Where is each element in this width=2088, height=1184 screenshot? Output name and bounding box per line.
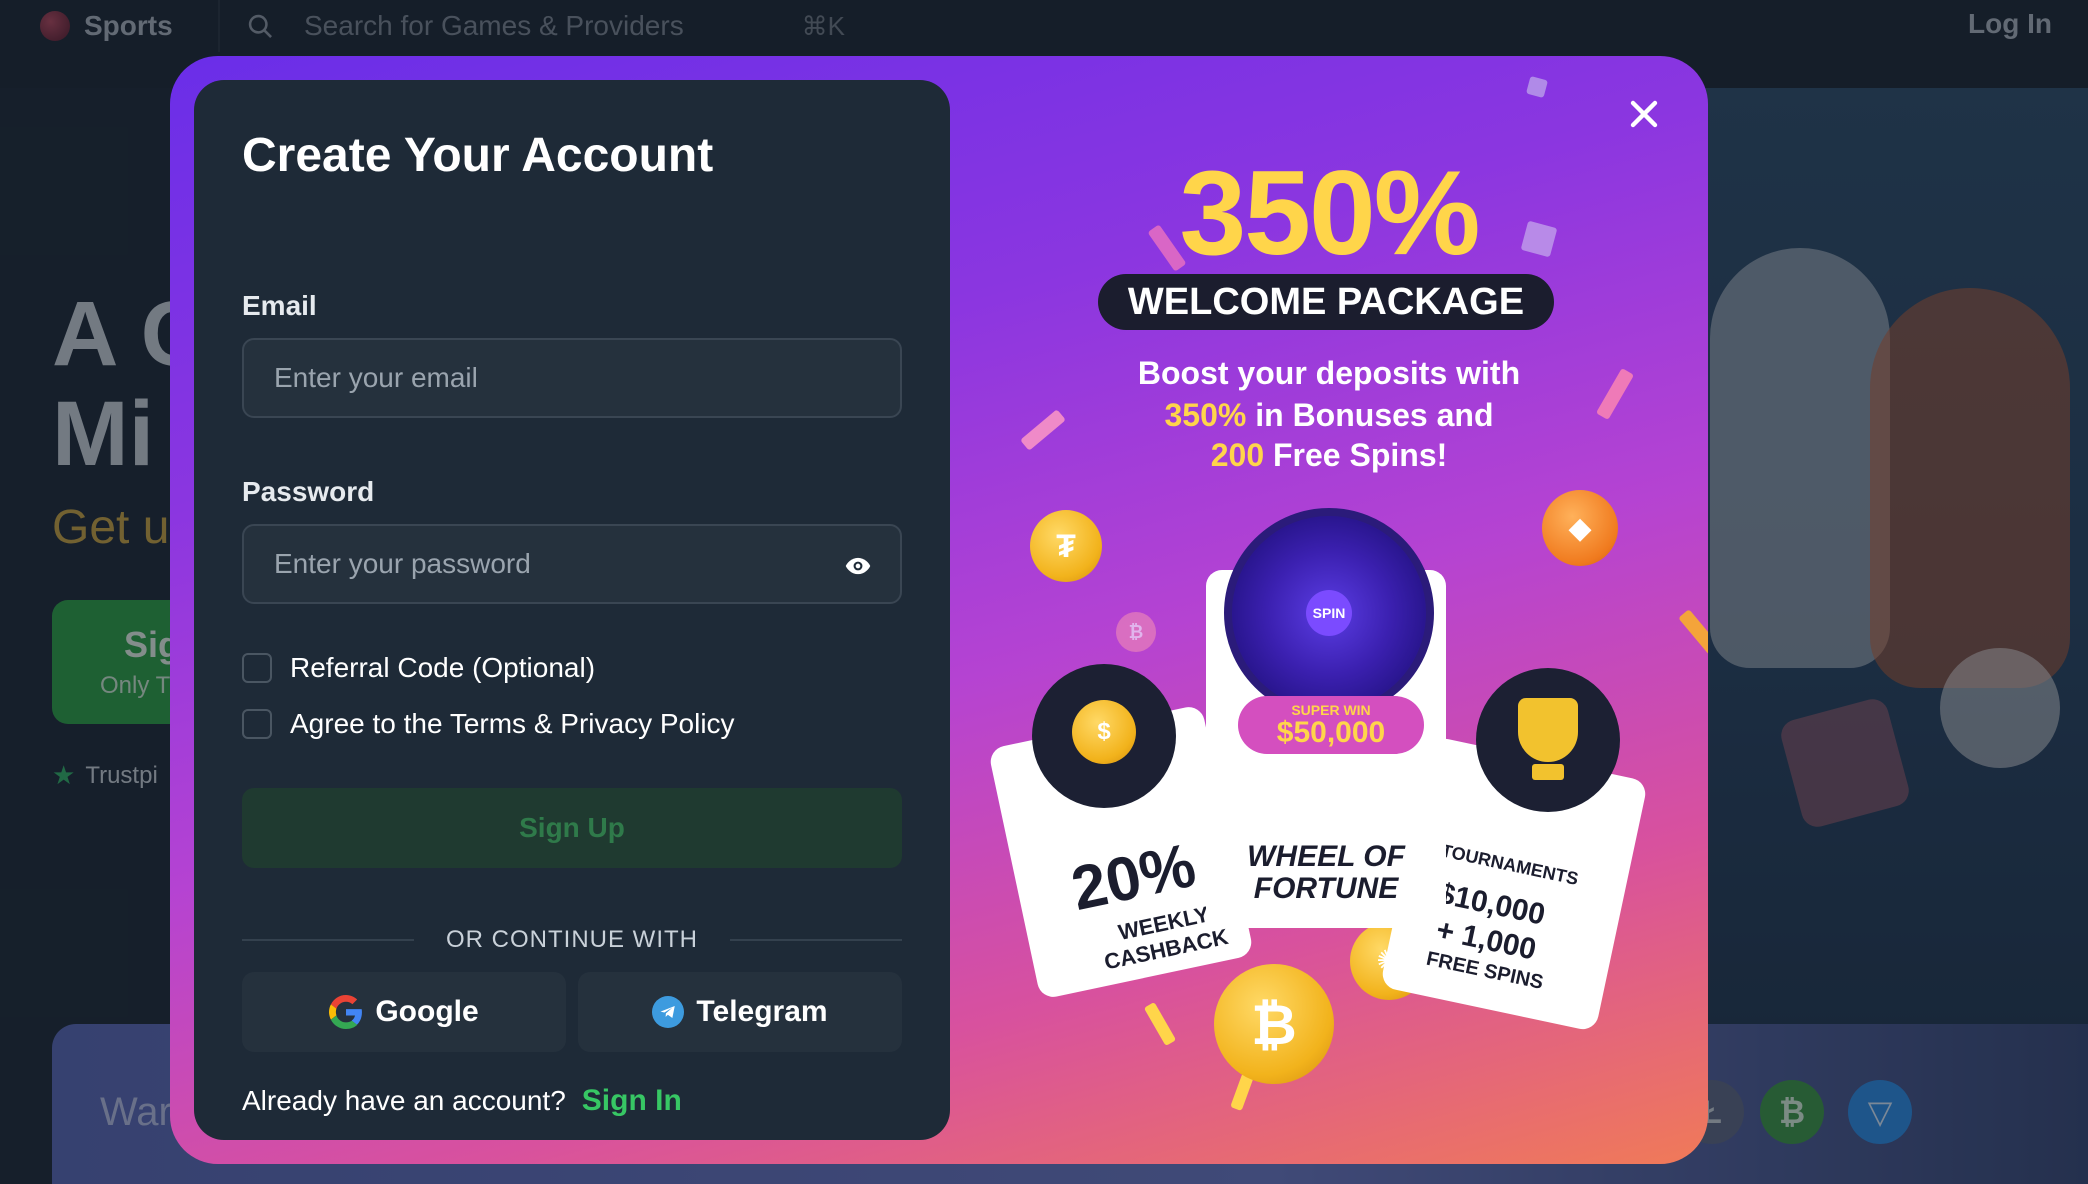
cashback-coin-icon: $ bbox=[1032, 664, 1176, 808]
terms-checkbox-row[interactable]: Agree to the Terms & Privacy Policy bbox=[242, 708, 735, 740]
email-field-wrapper bbox=[242, 338, 902, 418]
signin-prompt: Already have an account? Sign In bbox=[242, 1084, 682, 1118]
referral-label: Referral Code (Optional) bbox=[290, 652, 596, 683]
promo-desc-highlight-spins: 200 bbox=[1210, 437, 1265, 473]
email-field[interactable] bbox=[274, 362, 834, 394]
google-label: Google bbox=[375, 995, 479, 1028]
trophy-cup-icon bbox=[1518, 698, 1578, 762]
cashback-gold-coin-icon: $ bbox=[1072, 700, 1136, 764]
close-icon[interactable] bbox=[1622, 92, 1666, 136]
telegram-button[interactable]: Telegram bbox=[578, 972, 902, 1052]
trophy-icon bbox=[1476, 668, 1620, 812]
orange-token-icon: ◆ bbox=[1542, 490, 1618, 566]
bitcoin-coin-icon: ₿ bbox=[1116, 612, 1156, 652]
tether-coin-icon: ₮ bbox=[1030, 510, 1102, 582]
password-label: Password bbox=[242, 476, 375, 507]
telegram-label: Telegram bbox=[696, 995, 828, 1028]
modal-title: Create Your Account bbox=[242, 129, 714, 182]
promo-desc-line2: 350% in Bonuses and bbox=[950, 394, 1708, 436]
terms-label: Agree to the Terms & Privacy Policy bbox=[290, 708, 735, 739]
wheel-title-line2: FORTUNE bbox=[1253, 872, 1399, 905]
welcome-package-badge: WELCOME PACKAGE bbox=[1098, 274, 1554, 330]
terms-checkbox[interactable] bbox=[242, 709, 272, 739]
promo-desc-highlight-percent: 350% bbox=[1164, 397, 1247, 433]
show-password-icon[interactable] bbox=[844, 552, 872, 580]
signup-modal: Create Your Account Email Password Refer… bbox=[170, 56, 1708, 1164]
divider-line-right bbox=[730, 939, 903, 941]
trophy-base-icon bbox=[1532, 764, 1564, 780]
super-win-amount: $50,000 bbox=[1276, 716, 1386, 749]
referral-checkbox-row[interactable]: Referral Code (Optional) bbox=[242, 652, 595, 684]
signin-link[interactable]: Sign In bbox=[582, 1084, 682, 1118]
confetti-decoration bbox=[1525, 75, 1549, 99]
telegram-icon bbox=[652, 996, 685, 1028]
wheel-title-line1: WHEEL OF bbox=[1247, 840, 1405, 873]
divider-text: OR CONTINUE WITH bbox=[446, 926, 698, 953]
confetti-decoration bbox=[1143, 1001, 1177, 1047]
password-field[interactable] bbox=[274, 548, 834, 580]
confetti-decoration bbox=[1678, 609, 1708, 655]
promo-desc-line3: 200 Free Spins! bbox=[950, 434, 1708, 476]
signup-button[interactable]: Sign Up bbox=[242, 788, 902, 868]
google-button[interactable]: Google bbox=[242, 972, 566, 1052]
email-label: Email bbox=[242, 290, 317, 321]
signup-form-card: Create Your Account Email Password Refer… bbox=[194, 80, 950, 1140]
password-field-wrapper bbox=[242, 524, 902, 604]
promo-desc-line1: Boost your deposits with bbox=[1137, 355, 1521, 391]
referral-checkbox[interactable] bbox=[242, 653, 272, 683]
promo-percent: 350% bbox=[1179, 146, 1481, 280]
social-divider: OR CONTINUE WITH bbox=[242, 920, 903, 960]
promo-desc-line2-text: in Bonuses and bbox=[1246, 397, 1494, 433]
super-win-badge: SUPER WIN $50,000 bbox=[1238, 696, 1424, 754]
google-icon bbox=[329, 995, 363, 1029]
spin-wheel-image: SPIN bbox=[1224, 508, 1434, 718]
wheel-spin-label: SPIN bbox=[1306, 590, 1352, 636]
bitcoin-coin-large-icon: ₿ bbox=[1214, 964, 1334, 1084]
divider-line-left bbox=[242, 939, 415, 941]
promo-desc-line3-text: Free Spins! bbox=[1264, 437, 1448, 473]
already-text: Already have an account? bbox=[242, 1085, 566, 1116]
